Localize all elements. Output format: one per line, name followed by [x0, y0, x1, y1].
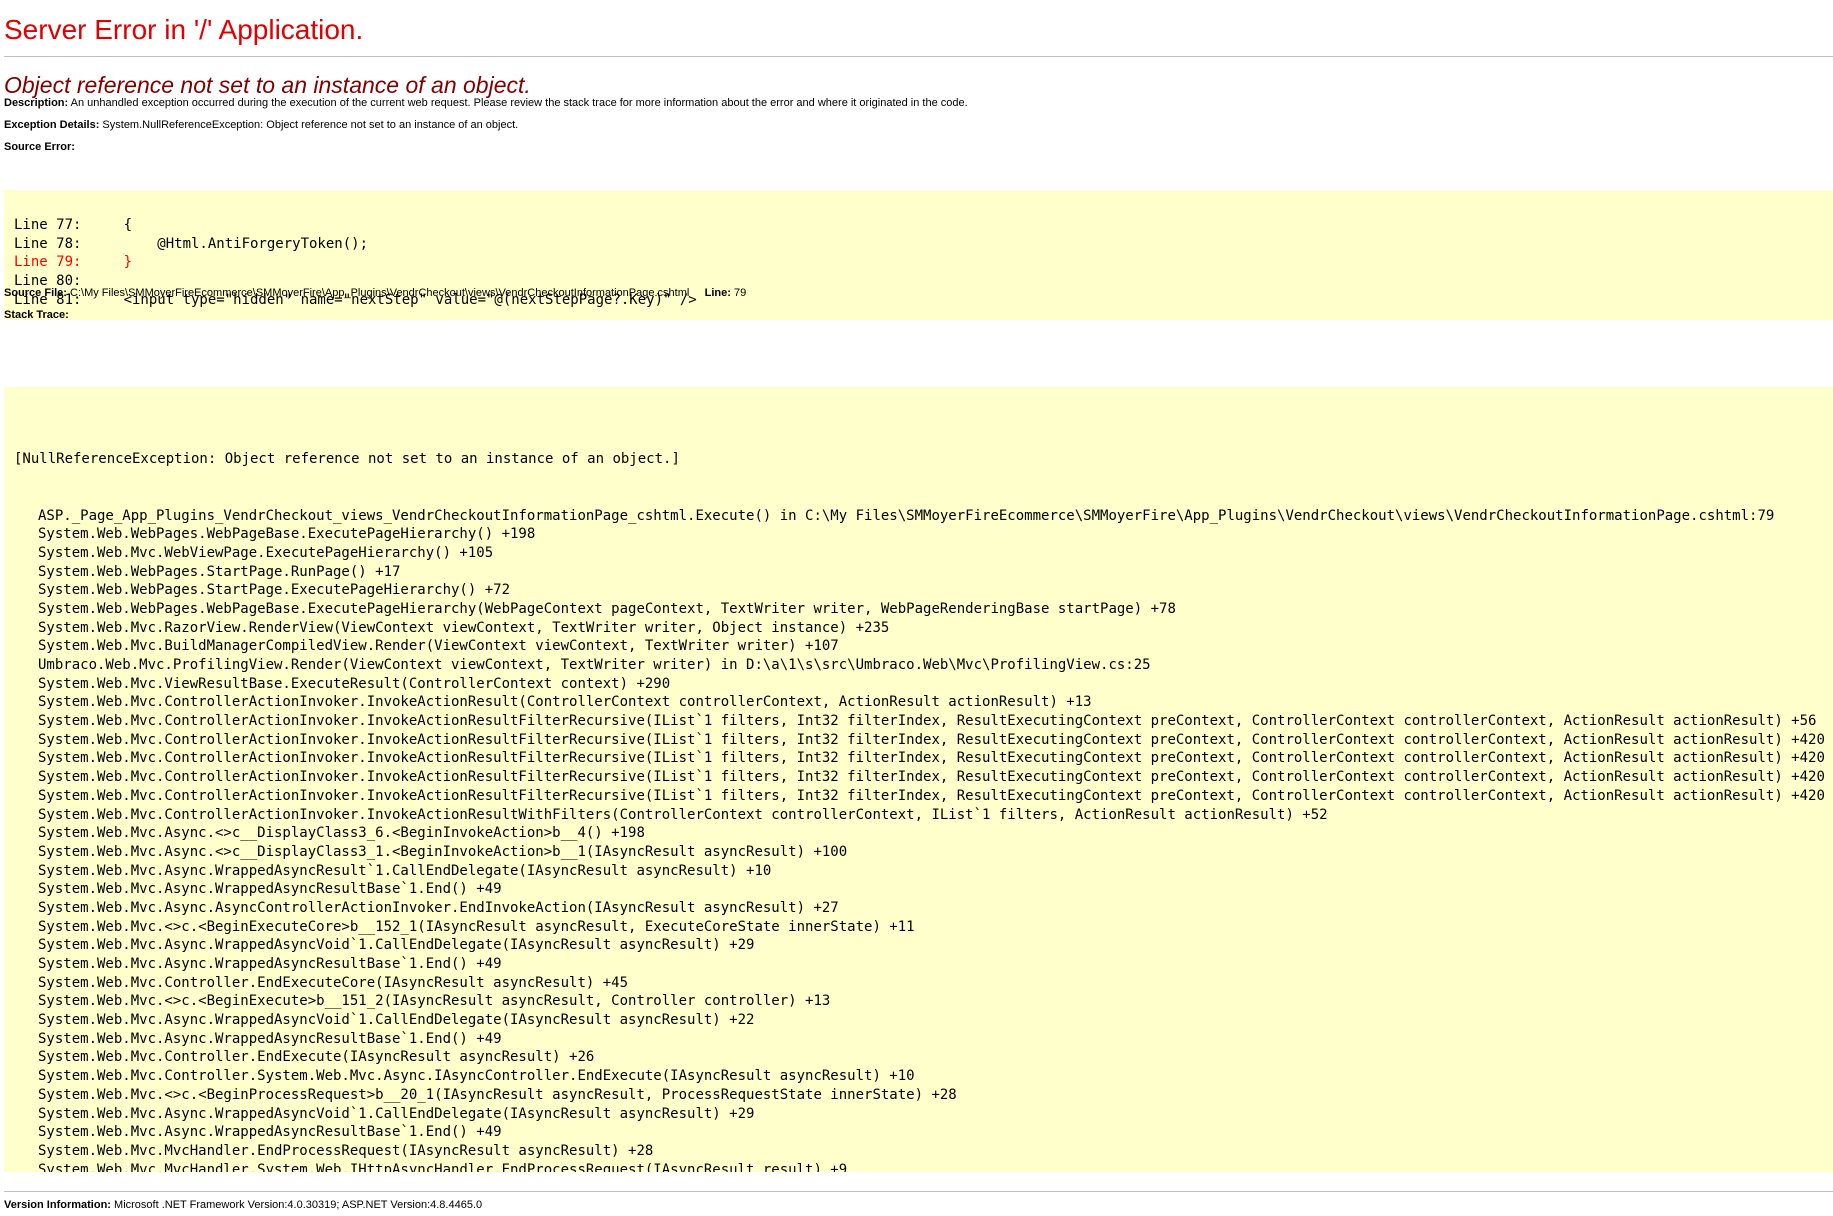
- stack-header: [NullReferenceException: Object referenc…: [14, 451, 680, 468]
- stack-frame: System.Web.Mvc.ControllerActionInvoker.I…: [38, 750, 1825, 767]
- version-divider: [4, 1191, 1833, 1192]
- stack-frame: System.Web.Mvc.Controller.EndExecuteCore…: [38, 974, 629, 991]
- stack-frame: System.Web.Mvc.Async.WrappedAsyncVoid`1.…: [38, 937, 755, 954]
- page-title: Server Error in '/' Application.: [4, 14, 364, 45]
- exception-details-label: Exception Details:: [4, 119, 100, 131]
- source-line-number: 79: [733, 287, 747, 299]
- stack-frame: System.Web.Mvc.Async.WrappedAsyncVoid`1.…: [38, 1012, 755, 1029]
- stack-frame: System.Web.Mvc.Async.WrappedAsyncResultB…: [38, 1124, 502, 1141]
- source-line-label: Line:: [704, 287, 731, 299]
- stack-frame: System.Web.Mvc.Async.WrappedAsyncResult`…: [38, 862, 772, 879]
- stack-frame: System.Web.Mvc.Async.AsyncControllerActi…: [38, 899, 839, 916]
- stack-frame: System.Web.Mvc.ControllerActionInvoker.I…: [38, 694, 1092, 711]
- stack-frame: System.Web.Mvc.Async.WrappedAsyncResultB…: [38, 956, 502, 972]
- source-line: Line 77: {: [14, 217, 133, 233]
- stack-frame: System.Web.Mvc.Controller.EndExecute(IAs…: [38, 1049, 595, 1066]
- source-file: Source File: C:\My Files\SMMoyerFireEcom…: [4, 286, 746, 300]
- stack-frame: System.Web.WebPages.WebPageBase.ExecuteP…: [38, 600, 1176, 617]
- exception-details: Exception Details: System.NullReferenceE…: [4, 118, 518, 132]
- stack-trace-box: [NullReferenceException: Object referenc…: [4, 387, 1833, 1172]
- stack-frame: System.Web.Mvc.ViewResultBase.ExecuteRes…: [38, 675, 671, 692]
- stack-frame: System.Web.Mvc.Async.WrappedAsyncVoid`1.…: [38, 1105, 755, 1122]
- stack-frame: System.Web.Mvc.ControllerActionInvoker.I…: [38, 769, 1825, 786]
- source-code-box: Line 77: { Line 78: @Html.AntiForgeryToke…: [4, 190, 1833, 320]
- stack-frame: System.Web.Mvc.<>c.<BeginProcessRequest>…: [38, 1086, 957, 1103]
- stack-frame: System.Web.Mvc.<>c.<BeginExecuteCore>b__…: [38, 918, 915, 935]
- source-line: Line 78: @Html.AntiForgeryToken();: [14, 235, 369, 252]
- stack-frame: System.Web.Mvc.ControllerActionInvoker.I…: [38, 731, 1825, 748]
- stack-frame: Umbraco.Web.Mvc.ProfilingView.Render(Vie…: [38, 657, 1151, 673]
- stack-frame: System.Web.Mvc.<>c.<BeginExecute>b__151_…: [38, 993, 831, 1010]
- stack-frame: System.Web.Mvc.Async.WrappedAsyncResultB…: [38, 881, 502, 898]
- stack-frame: System.Web.Mvc.BuildManagerCompiledView.…: [38, 638, 839, 655]
- stack-trace-label: Stack Trace:: [4, 309, 69, 321]
- stack-frame: System.Web.Mvc.WebViewPage.ExecutePageHi…: [38, 544, 494, 561]
- stack-frame: System.Web.Mvc.MvcHandler.System.Web.IHt…: [38, 1161, 848, 1172]
- stack-frame: System.Web.WebPages.StartPage.RunPage() …: [38, 563, 401, 580]
- description: Description: An unhandled exception occu…: [4, 96, 968, 110]
- stack-frame: ASP._Page_App_Plugins_VendrCheckout_view…: [38, 507, 1775, 524]
- stack-frame: System.Web.Mvc.Async.WrappedAsyncResultB…: [38, 1030, 502, 1047]
- description-label: Description:: [4, 97, 69, 109]
- source-line-error: Line 79: }: [14, 254, 133, 271]
- error-page: Server Error in '/' Application. Object …: [0, 0, 1833, 1216]
- source-file-label: Source File:: [4, 287, 67, 299]
- description-text: An unhandled exception occurred during t…: [70, 97, 968, 109]
- stack-frame: System.Web.Mvc.Async.<>c__DisplayClass3_…: [38, 825, 645, 842]
- stack-frame: System.Web.WebPages.WebPageBase.ExecuteP…: [38, 526, 536, 543]
- stack-frame: System.Web.Mvc.RazorView.RenderView(View…: [38, 619, 890, 636]
- version-info-label: Version Information:: [4, 1199, 111, 1211]
- stack-frame: System.Web.Mvc.ControllerActionInvoker.I…: [38, 806, 1328, 823]
- source-error-heading: Source Error:: [4, 140, 75, 154]
- stack-frame: System.Web.Mvc.Controller.System.Web.Mvc…: [38, 1068, 915, 1085]
- stack-frame: System.Web.Mvc.Async.<>c__DisplayClass3_…: [38, 843, 848, 860]
- stack-frame: System.Web.WebPages.StartPage.ExecutePag…: [38, 582, 511, 599]
- version-info-text: Microsoft .NET Framework Version:4.0.303…: [114, 1199, 483, 1211]
- stack-frame: System.Web.Mvc.ControllerActionInvoker.I…: [38, 713, 1817, 730]
- stack-frame: System.Web.Mvc.MvcHandler.EndProcessRequ…: [38, 1142, 654, 1159]
- stack-frame: System.Web.Mvc.ControllerActionInvoker.I…: [38, 787, 1825, 804]
- exception-details-text: System.NullReferenceException: Object re…: [102, 119, 519, 131]
- source-error-label: Source Error:: [4, 141, 75, 153]
- version-info: Version Information: Microsoft .NET Fram…: [4, 1198, 482, 1212]
- source-file-path: C:\My Files\SMMoyerFireEcommerce\SMMoyer…: [70, 287, 690, 299]
- stack-trace-heading: Stack Trace:: [4, 308, 69, 322]
- title-divider: [4, 56, 1833, 57]
